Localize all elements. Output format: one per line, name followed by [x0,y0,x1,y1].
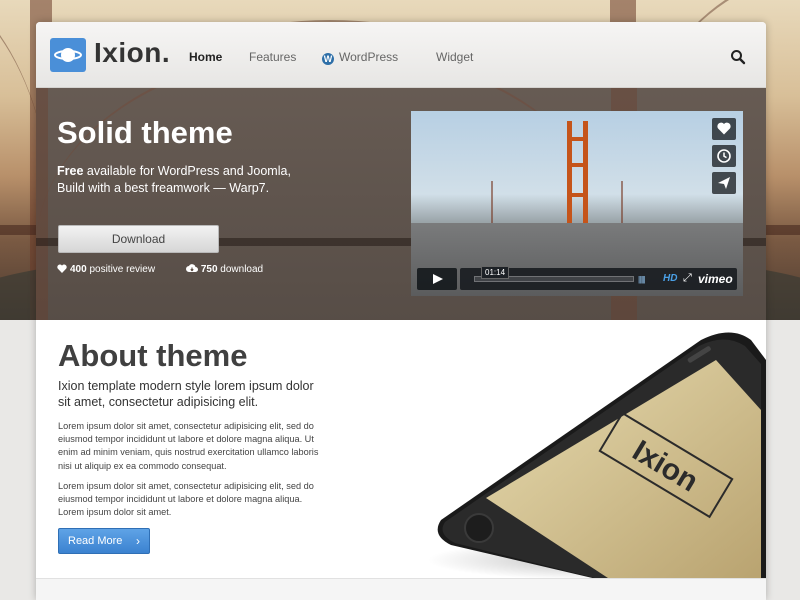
phone-mockup: Ixion [437,332,766,580]
read-more-button[interactable]: Read More › [58,528,150,554]
hero-subtitle-line2: Build with a best freamwork — Warp7. [57,181,270,195]
downloads-label: download [217,264,264,275]
reviews-stat: 400 positive review [57,264,172,275]
hd-toggle[interactable]: HD [663,273,677,284]
hero-title: Solid theme [57,115,233,150]
chevron-right-icon: › [136,534,140,548]
bridge-tower [567,163,588,167]
progress-bar-container: 01:14 |||||| HD ⤢ vimeo [460,266,737,290]
reviews-count: 400 [70,264,87,275]
about-paragraph-2: Lorem ipsum dolor sit amet, consectetur … [58,481,314,518]
hero-subtitle: Free available for WordPress and Joomla,… [57,163,291,197]
hero-subtitle-bold: Free [57,164,84,178]
vimeo-logo[interactable]: vimeo [698,272,733,286]
share-button[interactable] [712,172,736,194]
nav-wordpress-label: WordPress [339,50,399,64]
hero-stats: 400 positive review 750 download [57,264,291,275]
nav-wordpress[interactable]: W WordPress [322,50,398,65]
cloud-download-icon [185,264,198,272]
nav-home[interactable]: Home [189,50,222,64]
current-time: 01:14 [481,266,510,279]
nav-features-label: Features [249,50,297,64]
progress-bar[interactable]: 01:14 [474,266,634,282]
search-icon[interactable] [730,49,746,65]
clock-icon [717,149,731,163]
nav-features[interactable]: Features [249,50,296,64]
hero-subtitle-rest: available for WordPress and Joomla, [83,164,291,178]
volume-bars-icon[interactable]: |||||| [638,275,646,284]
logo-text[interactable]: Ixion. [94,37,170,69]
about-paragraph-1: Lorem ipsum dolor sit amet, consectetur … [58,421,319,471]
nav-widget-label: Widget [436,50,474,64]
about-lead: Ixion template modern style lorem ipsum … [58,379,314,409]
fullscreen-icon[interactable]: ⤢ [683,272,692,285]
video-controls: 01:14 |||||| HD ⤢ vimeo [417,266,737,290]
downloads-count: 750 [200,264,218,275]
hero-section: Solid theme Free available for WordPress… [36,88,766,320]
heart-icon [57,264,67,273]
site-header: Ixion. Home Features W WordPress Widget [36,22,766,88]
footer-strip [36,578,766,600]
wordpress-icon: W [322,53,334,65]
logo-icon[interactable] [50,38,86,72]
like-button[interactable] [712,118,736,140]
reviews-label: positive review [86,264,156,275]
nav-home-label: Home [189,50,223,64]
nav-widget[interactable]: Widget [436,50,473,64]
video-player[interactable]: 01:14 |||||| HD ⤢ vimeo [411,111,743,296]
about-title: About theme [58,338,248,373]
about-section: About theme Ixion template modern style … [36,320,766,580]
play-button[interactable] [417,268,457,290]
watch-later-button[interactable] [712,145,736,167]
send-icon [718,177,730,189]
page-container: Ixion. Home Features W WordPress Widget S… [36,22,766,600]
bridge-tower [567,137,588,141]
read-more-label: Read More [68,535,123,547]
heart-icon [717,122,731,135]
downloads-stat: 750 download [185,264,277,275]
download-button[interactable]: Download [58,225,219,253]
bridge-tower [567,193,588,197]
